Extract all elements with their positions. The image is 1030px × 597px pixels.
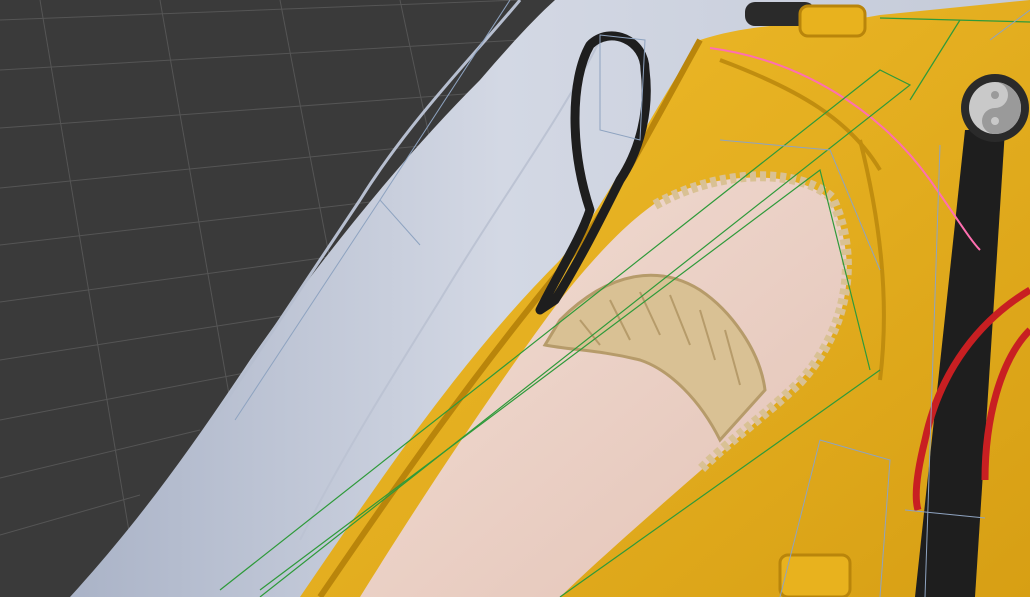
3d-viewport[interactable] xyxy=(0,0,1030,597)
yin-yang-icon[interactable] xyxy=(961,74,1029,142)
viewport-canvas[interactable] xyxy=(0,0,1030,597)
lower-buckle[interactable] xyxy=(778,553,852,597)
